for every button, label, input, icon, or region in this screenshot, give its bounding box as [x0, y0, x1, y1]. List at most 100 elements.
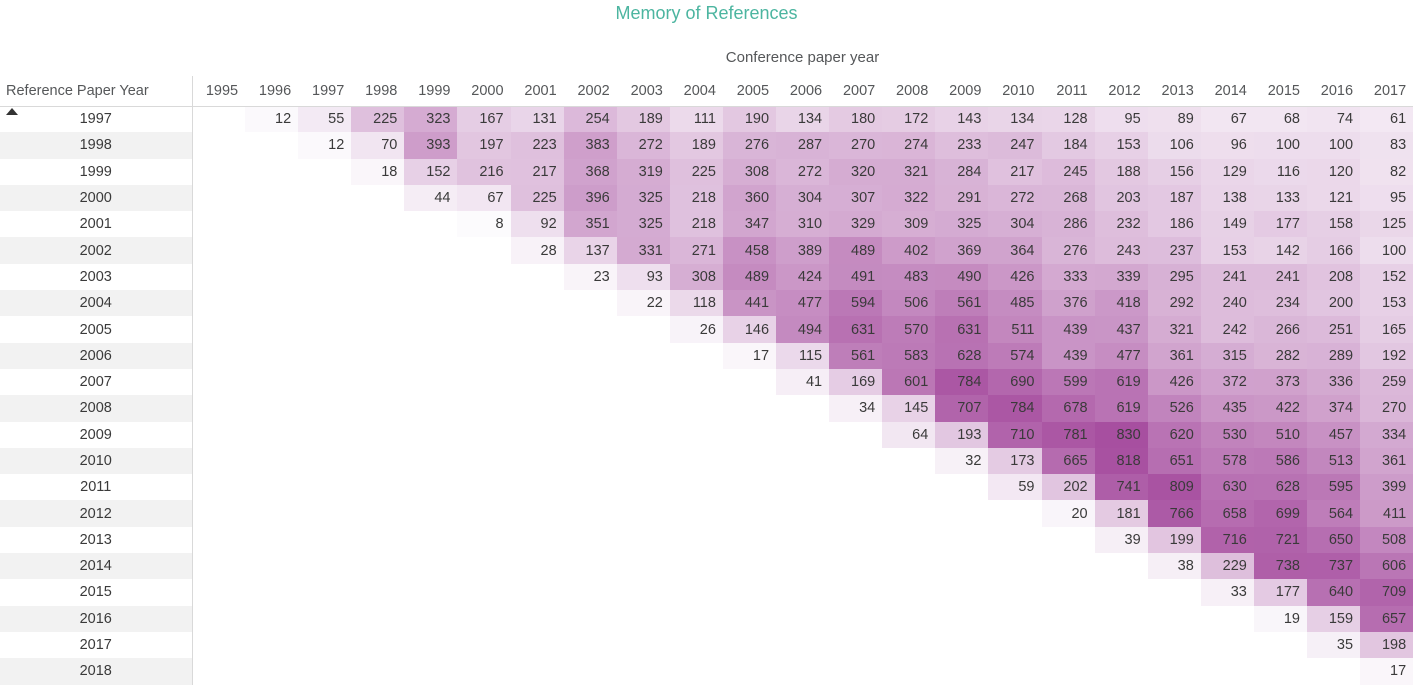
- heatmap-cell[interactable]: 199: [1147, 526, 1201, 554]
- heatmap-cell[interactable]: [882, 658, 935, 684]
- heatmap-cell[interactable]: [404, 211, 457, 237]
- heatmap-cell[interactable]: 578: [1200, 447, 1254, 475]
- heatmap-cell[interactable]: 12: [298, 132, 352, 159]
- column-header-1997[interactable]: 1997: [298, 76, 352, 107]
- heatmap-cell[interactable]: [564, 316, 617, 342]
- heatmap-cell[interactable]: [404, 500, 457, 526]
- heatmap-cell[interactable]: [457, 343, 510, 369]
- heatmap-cell[interactable]: [882, 448, 935, 474]
- heatmap-cell[interactable]: [404, 290, 457, 316]
- heatmap-cell[interactable]: 152: [1360, 263, 1413, 291]
- heatmap-cell[interactable]: 286: [1041, 211, 1095, 238]
- heatmap-cell[interactable]: 334: [1360, 421, 1413, 448]
- heatmap-cell[interactable]: [245, 211, 298, 237]
- heatmap-cell[interactable]: 245: [1041, 158, 1095, 185]
- heatmap-cell[interactable]: 165: [1360, 316, 1413, 343]
- heatmap-cell[interactable]: 325: [616, 211, 670, 238]
- heatmap-cell[interactable]: [511, 422, 564, 448]
- heatmap-cell[interactable]: [670, 474, 723, 500]
- heatmap-cell[interactable]: 304: [776, 184, 830, 212]
- heatmap-cell[interactable]: 242: [1200, 316, 1254, 343]
- heatmap-cell[interactable]: [829, 500, 882, 526]
- heatmap-cell[interactable]: [723, 553, 776, 579]
- heatmap-cell[interactable]: 156: [1147, 158, 1201, 185]
- heatmap-cell[interactable]: 67: [457, 184, 511, 212]
- heatmap-cell[interactable]: [564, 369, 617, 395]
- heatmap-cell[interactable]: [1042, 658, 1095, 684]
- heatmap-cell[interactable]: 426: [988, 263, 1042, 291]
- heatmap-cell[interactable]: 738: [1253, 553, 1307, 580]
- heatmap-cell[interactable]: 599: [1041, 368, 1095, 396]
- row-header-label[interactable]: Reference Paper Year: [0, 76, 193, 115]
- heatmap-cell[interactable]: 699: [1253, 500, 1307, 527]
- row-header-2016[interactable]: 2016: [0, 605, 193, 632]
- heatmap-cell[interactable]: [245, 658, 298, 684]
- heatmap-cell[interactable]: [298, 632, 351, 658]
- heatmap-cell[interactable]: 259: [1360, 368, 1413, 396]
- heatmap-cell[interactable]: [1307, 658, 1360, 684]
- heatmap-cell[interactable]: 418: [1094, 290, 1148, 317]
- heatmap-cell[interactable]: 61: [1360, 106, 1413, 133]
- heatmap-cell[interactable]: 716: [1200, 526, 1254, 554]
- heatmap-cell[interactable]: [511, 553, 564, 579]
- heatmap-cell[interactable]: 651: [1147, 447, 1201, 475]
- heatmap-cell[interactable]: [1148, 579, 1201, 605]
- heatmap-cell[interactable]: [1148, 632, 1201, 658]
- heatmap-cell[interactable]: [1095, 579, 1148, 605]
- heatmap-cell[interactable]: [1042, 579, 1095, 605]
- heatmap-cell[interactable]: 26: [669, 316, 723, 343]
- heatmap-cell[interactable]: [457, 658, 510, 684]
- heatmap-cell[interactable]: [882, 632, 935, 658]
- heatmap-cell[interactable]: 372: [1200, 368, 1254, 396]
- heatmap-cell[interactable]: [988, 606, 1041, 632]
- heatmap-cell[interactable]: [457, 448, 510, 474]
- heatmap-cell[interactable]: [192, 395, 245, 421]
- column-header-2004[interactable]: 2004: [669, 76, 723, 107]
- heatmap-cell[interactable]: 200: [1306, 290, 1361, 317]
- heatmap-cell[interactable]: 83: [1360, 132, 1413, 159]
- heatmap-cell[interactable]: [457, 316, 510, 342]
- heatmap-cell[interactable]: [351, 579, 404, 605]
- heatmap-cell[interactable]: 232: [1094, 211, 1148, 238]
- heatmap-cell[interactable]: 95: [1094, 106, 1148, 133]
- heatmap-cell[interactable]: 95: [1360, 184, 1413, 212]
- heatmap-cell[interactable]: [457, 264, 510, 290]
- heatmap-cell[interactable]: [1148, 606, 1201, 632]
- heatmap-cell[interactable]: 240: [1200, 290, 1254, 317]
- heatmap-cell[interactable]: 308: [669, 263, 723, 291]
- row-header-2002[interactable]: 2002: [0, 237, 193, 264]
- heatmap-cell[interactable]: 620: [1147, 421, 1201, 448]
- heatmap-cell[interactable]: [564, 553, 617, 579]
- heatmap-cell[interactable]: 494: [776, 316, 830, 343]
- heatmap-cell[interactable]: [882, 500, 935, 526]
- heatmap-cell[interactable]: [351, 185, 404, 211]
- heatmap-cell[interactable]: [192, 159, 245, 185]
- heatmap-cell[interactable]: 100: [1253, 132, 1307, 159]
- heatmap-cell[interactable]: 690: [988, 368, 1042, 396]
- column-header-1998[interactable]: 1998: [351, 76, 405, 107]
- heatmap-cell[interactable]: 678: [1041, 395, 1095, 422]
- heatmap-cell[interactable]: 18: [351, 158, 405, 185]
- heatmap-cell[interactable]: [776, 658, 829, 684]
- heatmap-cell[interactable]: 12: [245, 106, 299, 133]
- heatmap-cell[interactable]: [298, 185, 351, 211]
- heatmap-cell[interactable]: [564, 343, 617, 369]
- heatmap-cell[interactable]: 187: [1147, 184, 1201, 212]
- heatmap-cell[interactable]: 177: [1253, 211, 1307, 238]
- row-header-2003[interactable]: 2003: [0, 263, 193, 291]
- heatmap-cell[interactable]: 309: [882, 211, 936, 238]
- heatmap-cell[interactable]: [298, 579, 351, 605]
- heatmap-cell[interactable]: [351, 500, 404, 526]
- heatmap-cell[interactable]: [776, 422, 829, 448]
- heatmap-cell[interactable]: 583: [882, 342, 936, 369]
- heatmap-cell[interactable]: 272: [616, 132, 670, 159]
- heatmap-cell[interactable]: [564, 422, 617, 448]
- column-header-2005[interactable]: 2005: [722, 76, 777, 107]
- heatmap-cell[interactable]: [245, 343, 298, 369]
- heatmap-cell[interactable]: 457: [1306, 421, 1361, 448]
- heatmap-cell[interactable]: [882, 474, 935, 500]
- heatmap-cell[interactable]: [245, 422, 298, 448]
- heatmap-cell[interactable]: [298, 527, 351, 553]
- heatmap-cell[interactable]: [776, 448, 829, 474]
- heatmap-cell[interactable]: 197: [457, 132, 511, 159]
